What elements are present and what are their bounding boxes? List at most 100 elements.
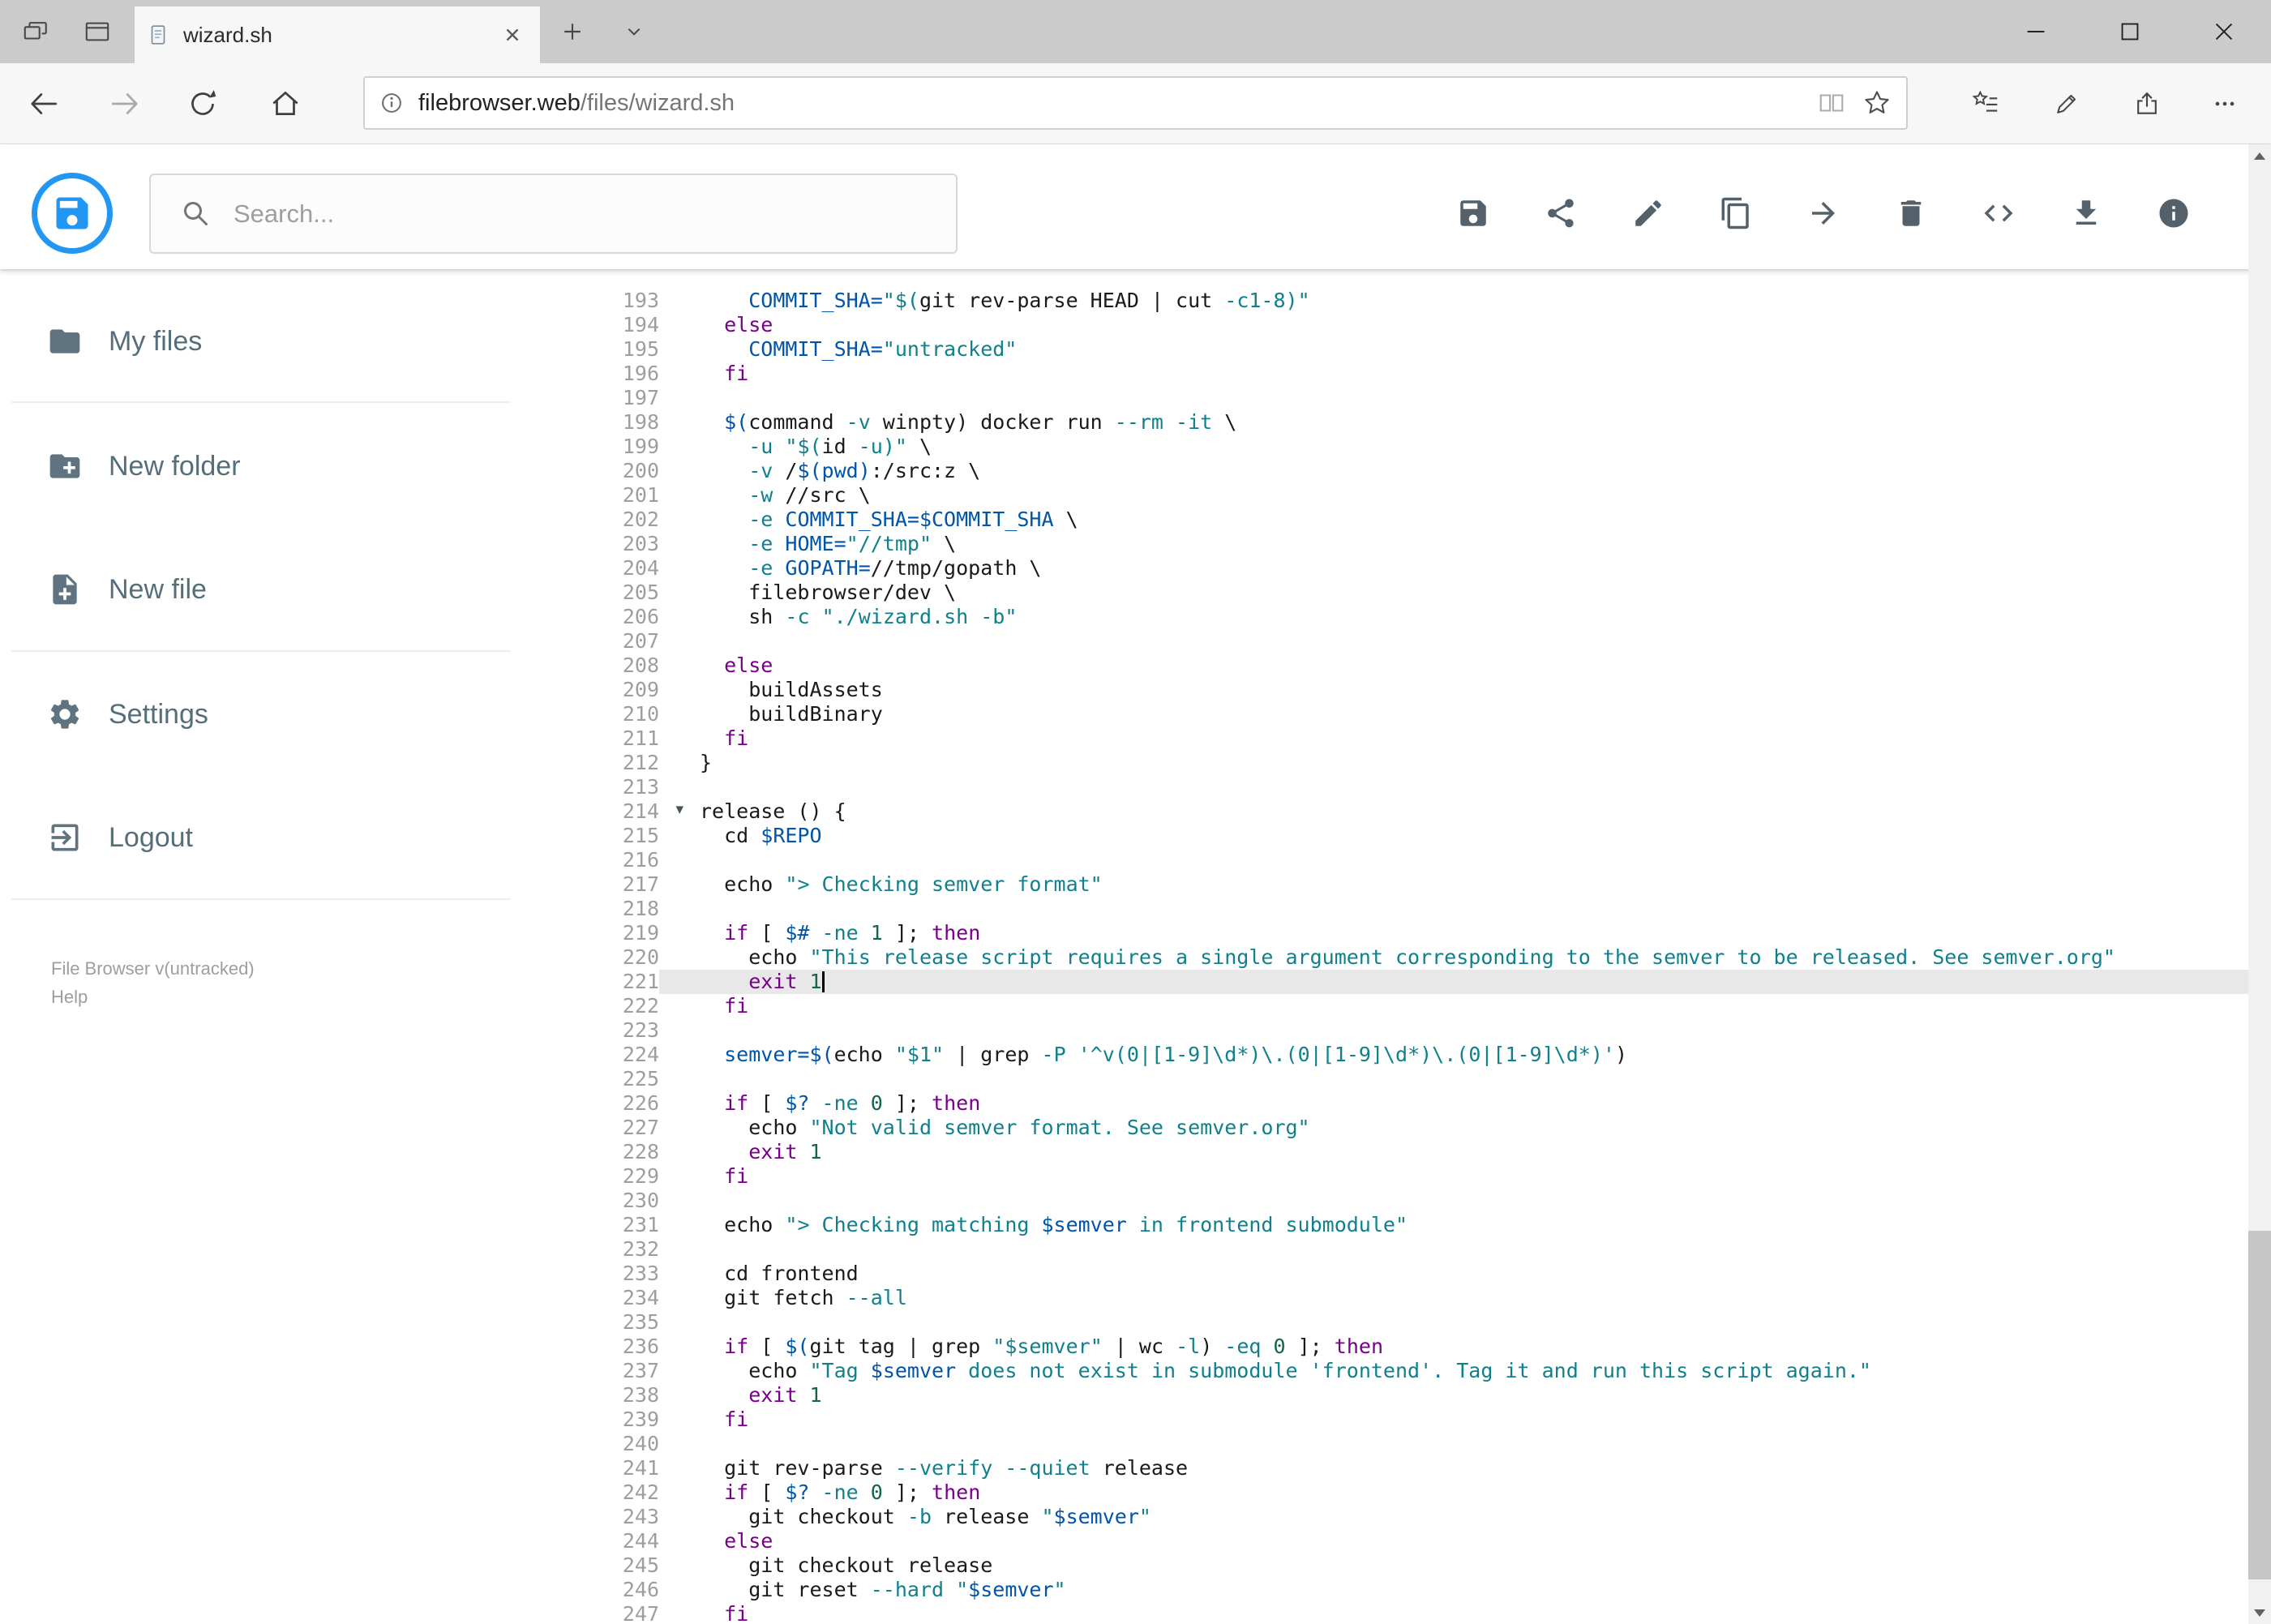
code-line[interactable]: 217 echo "> Checking semver format" — [535, 872, 2248, 897]
code-line[interactable]: 201 -w //src \ — [535, 483, 2248, 508]
code-line[interactable]: 246 git reset --hard "$semver" — [535, 1578, 2248, 1602]
code-line[interactable]: 244 else — [535, 1529, 2248, 1553]
page-scrollbar[interactable] — [2248, 144, 2271, 1624]
home-button[interactable] — [263, 81, 308, 126]
code-line[interactable]: 238 exit 1 — [535, 1383, 2248, 1408]
search-input[interactable] — [232, 198, 900, 229]
edit-button[interactable] — [1624, 189, 1673, 238]
tab-preview-button[interactable] — [76, 12, 118, 51]
code-line[interactable]: 222 fi — [535, 994, 2248, 1018]
window-minimize-button[interactable] — [1989, 0, 2083, 63]
code-line[interactable]: 212} — [535, 751, 2248, 775]
fold-marker-icon[interactable]: ▾ — [675, 797, 683, 821]
sidebar-item-new-file[interactable]: New file — [0, 549, 535, 630]
save-button[interactable] — [1449, 189, 1498, 238]
code-editor[interactable]: 193 COMMIT_SHA="$(git rev-parse HEAD | c… — [535, 269, 2248, 1624]
help-link[interactable]: Help — [51, 987, 88, 1007]
page-info-icon[interactable] — [378, 89, 405, 117]
code-line[interactable]: 232 — [535, 1237, 2248, 1262]
forward-button[interactable] — [102, 81, 148, 126]
code-line[interactable]: 214 ▾ release () { — [535, 799, 2248, 824]
code-line[interactable]: 193 COMMIT_SHA="$(git rev-parse HEAD | c… — [535, 289, 2248, 313]
code-line[interactable]: 236 if [ $(git tag | grep "$semver" | wc… — [535, 1335, 2248, 1359]
sidebar-item-new-folder[interactable]: New folder — [0, 426, 535, 507]
code-line[interactable]: 234 git fetch --all — [535, 1286, 2248, 1310]
back-button[interactable] — [21, 81, 66, 126]
code-line[interactable]: 228 exit 1 — [535, 1140, 2248, 1164]
window-maximize-button[interactable] — [2083, 0, 2177, 63]
code-line[interactable]: 241 git rev-parse --verify --quiet relea… — [535, 1456, 2248, 1480]
code-line[interactable]: 197 — [535, 386, 2248, 410]
code-line[interactable]: 230 — [535, 1189, 2248, 1213]
code-line[interactable]: 247 fi — [535, 1602, 2248, 1624]
code-line[interactable]: 196 fi — [535, 362, 2248, 386]
code-line[interactable]: 205 filebrowser/dev \ — [535, 581, 2248, 605]
code-line[interactable]: 235 — [535, 1310, 2248, 1335]
code-line[interactable]: 195 COMMIT_SHA="untracked" — [535, 337, 2248, 362]
more-options-button[interactable] — [2202, 81, 2247, 126]
code-line[interactable]: 220 echo "This release script requires a… — [535, 945, 2248, 970]
code-line[interactable]: 200 -v /$(pwd):/src:z \ — [535, 459, 2248, 483]
scroll-down-button[interactable] — [2248, 1601, 2271, 1624]
code-line[interactable]: 202 -e COMMIT_SHA=$COMMIT_SHA \ — [535, 508, 2248, 532]
code-line[interactable]: 215 cd $REPO — [535, 824, 2248, 848]
set-tabs-aside-button[interactable] — [15, 12, 57, 51]
scrollbar-thumb[interactable] — [2248, 1231, 2271, 1579]
code-line[interactable]: 225 — [535, 1067, 2248, 1091]
code-line[interactable]: 208 else — [535, 653, 2248, 678]
search-box[interactable] — [149, 174, 958, 254]
new-tab-button[interactable] — [551, 13, 593, 50]
window-close-button[interactable] — [2177, 0, 2271, 63]
favorite-star-button[interactable] — [1854, 80, 1900, 126]
code-line[interactable]: 199 -u "$(id -u)" \ — [535, 435, 2248, 459]
share-page-button[interactable] — [2124, 81, 2170, 126]
code-line[interactable]: 209 buildAssets — [535, 678, 2248, 702]
move-button[interactable] — [1799, 189, 1848, 238]
scroll-up-button[interactable] — [2248, 144, 2271, 167]
copy-button[interactable] — [1712, 189, 1760, 238]
code-line[interactable]: 194 else — [535, 313, 2248, 337]
code-line[interactable]: 227 echo "Not valid semver format. See s… — [535, 1116, 2248, 1140]
code-line[interactable]: 237 echo "Tag $semver does not exist in … — [535, 1359, 2248, 1383]
code-line[interactable]: 226 if [ $? -ne 0 ]; then — [535, 1091, 2248, 1116]
code-line[interactable]: 204 -e GOPATH=//tmp/gopath \ — [535, 556, 2248, 581]
code-line[interactable]: 198 $(command -v winpty) docker run --rm… — [535, 410, 2248, 435]
sidebar-item-my-files[interactable]: My files — [0, 301, 535, 382]
code-line[interactable]: 240 — [535, 1432, 2248, 1456]
reading-view-button[interactable] — [1809, 80, 1854, 126]
refresh-button[interactable] — [180, 81, 225, 126]
code-line[interactable]: 203 -e HOME="//tmp" \ — [535, 532, 2248, 556]
code-line[interactable]: 213 — [535, 775, 2248, 799]
filebrowser-logo[interactable] — [32, 173, 113, 254]
code-line[interactable]: 211 fi — [535, 726, 2248, 751]
sidebar-item-settings[interactable]: Settings — [0, 674, 535, 755]
url-text[interactable]: filebrowser.web/files/wizard.sh — [418, 90, 735, 117]
code-line[interactable]: 239 fi — [535, 1408, 2248, 1432]
code-line[interactable]: 242 if [ $? -ne 0 ]; then — [535, 1480, 2248, 1505]
code-line[interactable]: 219 if [ $# -ne 1 ]; then — [535, 921, 2248, 945]
code-view-button[interactable] — [1974, 189, 2023, 238]
web-note-pen-button[interactable] — [2044, 81, 2089, 126]
code-line[interactable]: 207 — [535, 629, 2248, 653]
code-line[interactable]: 218 — [535, 897, 2248, 921]
share-button[interactable] — [1536, 189, 1585, 238]
code-line[interactable]: 221 exit 1 — [535, 970, 2248, 994]
code-line[interactable]: 245 git checkout release — [535, 1553, 2248, 1578]
code-line[interactable]: 223 — [535, 1018, 2248, 1043]
code-line[interactable]: 233 cd frontend — [535, 1262, 2248, 1286]
browser-tab[interactable]: wizard.sh — [135, 6, 540, 63]
address-bar[interactable]: filebrowser.web/files/wizard.sh — [363, 76, 1908, 130]
code-line[interactable]: 231 echo "> Checking matching $semver in… — [535, 1213, 2248, 1237]
info-button[interactable] — [2149, 189, 2198, 238]
delete-button[interactable] — [1887, 189, 1935, 238]
sidebar-item-logout[interactable]: Logout — [0, 797, 535, 878]
code-line[interactable]: 210 buildBinary — [535, 702, 2248, 726]
code-line[interactable]: 216 — [535, 848, 2248, 872]
tab-list-chevron-button[interactable] — [613, 13, 655, 50]
code-line[interactable]: 229 fi — [535, 1164, 2248, 1189]
code-line[interactable]: 206 sh -c "./wizard.sh -b" — [535, 605, 2248, 629]
hub-favorites-button[interactable] — [1963, 81, 2008, 126]
code-line[interactable]: 243 git checkout -b release "$semver" — [535, 1505, 2248, 1529]
code-line[interactable]: 224 semver=$(echo "$1" | grep -P '^v(0|[… — [535, 1043, 2248, 1067]
download-button[interactable] — [2062, 189, 2110, 238]
